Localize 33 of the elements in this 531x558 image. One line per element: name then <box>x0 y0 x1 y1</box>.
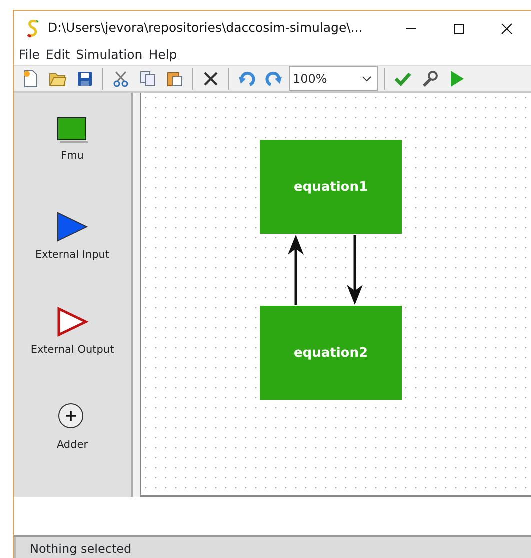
close-icon <box>501 22 513 34</box>
menu-item[interactable]: Simulation <box>75 46 148 65</box>
copy-icon <box>140 70 156 87</box>
triangle-outline-icon[interactable] <box>56 307 88 338</box>
palette-label: Adder <box>56 438 88 454</box>
save-icon <box>76 70 92 87</box>
cut-icon <box>112 70 128 87</box>
status-text: Nothing selected <box>30 542 132 556</box>
connection-arrow[interactable] <box>347 235 363 306</box>
window-title: D:\Users\jevora\repositories\daccosim-simulage\... <box>48 19 363 38</box>
triangle-icon[interactable] <box>56 212 88 242</box>
palette-label: External Output <box>30 343 114 358</box>
menu-item[interactable]: File <box>18 46 45 65</box>
minimize-icon <box>405 28 417 30</box>
check-icon <box>394 70 412 87</box>
caret-icon <box>362 76 372 82</box>
maximize-icon <box>453 22 465 34</box>
redo-icon <box>264 70 282 87</box>
paste-icon <box>166 70 182 87</box>
delete-icon <box>204 72 218 86</box>
menu-item[interactable]: Edit <box>44 46 76 65</box>
menu-item[interactable]: Help <box>148 46 182 65</box>
app-logo-icon <box>26 18 40 38</box>
connection-arrow[interactable] <box>288 235 304 306</box>
zoom-dropdown[interactable]: 100% <box>289 66 378 92</box>
new-file-icon <box>22 70 38 88</box>
palette-label: External Input <box>35 248 110 264</box>
fmu-block-icon[interactable] <box>56 117 88 144</box>
run-icon <box>448 70 464 88</box>
undo-icon <box>238 70 256 87</box>
palette-label: Fmu <box>61 149 84 164</box>
open-folder-icon <box>48 70 66 87</box>
settings-icon <box>420 70 438 88</box>
